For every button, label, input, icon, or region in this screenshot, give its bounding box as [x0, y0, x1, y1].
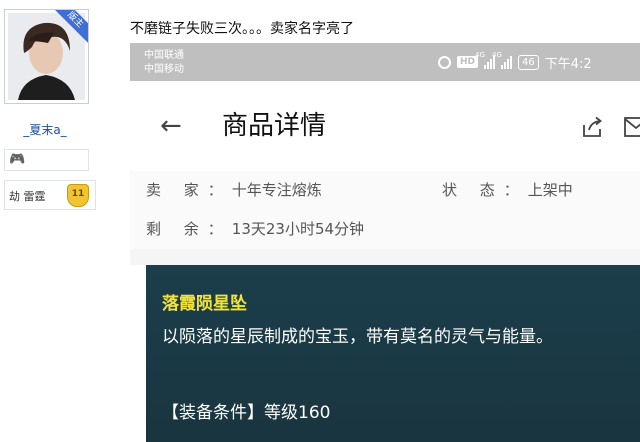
- page-title: 商品详情: [222, 111, 327, 141]
- user-title-box: 劫 雷霆 11: [4, 180, 96, 210]
- item-tooltip-card: 落霞陨星坠 以陨落的星辰制成的宝玉，带有莫名的灵气与能量。 【装备条件】等级16…: [146, 265, 640, 442]
- listing-info: 卖 家：十年专注熔炼 状 态：上架中 剩 余：13天23小时54分钟: [130, 171, 640, 249]
- gamepad-icon: 🎮: [9, 152, 26, 167]
- status-row: 状 态：上架中: [442, 179, 573, 200]
- status-label: 状 态：: [442, 181, 528, 199]
- listing-status: 上架中: [527, 181, 573, 199]
- item-description: 以陨落的星辰制成的宝玉，带有莫名的灵气与能量。: [162, 327, 553, 347]
- share-icon[interactable]: [580, 115, 604, 139]
- remain-row: 剩 余：13天23小时54分钟: [146, 218, 364, 239]
- signal-icon-2: 4G: [492, 51, 513, 69]
- seller-label: 卖 家：: [146, 181, 232, 199]
- item-name: 落霞陨星坠: [162, 294, 247, 314]
- level-shield-icon: 11: [67, 184, 89, 207]
- user-level-box: 🎮: [4, 149, 89, 171]
- carrier-1: 中国联通: [144, 50, 184, 61]
- battery-icon: 46: [518, 54, 539, 70]
- seller-row: 卖 家：十年专注熔炼: [146, 179, 322, 200]
- carrier-2: 中国移动: [144, 64, 184, 75]
- forum-user-sidebar: 版主 _夏末a_ 🎮 劫 雷霆 11: [0, 0, 118, 442]
- mail-icon[interactable]: [624, 117, 640, 137]
- username-link[interactable]: _夏末a_: [10, 121, 80, 138]
- status-time: 下午4:2: [544, 56, 592, 72]
- status-icons: HD 4G 4G 46 下午4:2: [438, 51, 592, 72]
- status-bar: 中国联通 中国移动 HD 4G 4G 46 下午4:2: [130, 43, 640, 81]
- avatar[interactable]: 版主: [4, 9, 89, 104]
- remain-label: 剩 余：: [146, 220, 232, 238]
- phone-screenshot: 中国联通 中国移动 HD 4G 4G 46 下午4:2 ← 商品详情 卖 家：十…: [130, 43, 640, 442]
- back-arrow-icon[interactable]: ←: [160, 113, 182, 139]
- seller-name: 十年专注熔炼: [231, 181, 322, 199]
- user-title: 劫 雷霆: [9, 190, 46, 203]
- remain-time: 13天23小时54分钟: [231, 220, 365, 238]
- alarm-icon: [438, 55, 451, 69]
- post-text: 不磨链子失败三次。。。卖家名字亮了: [130, 21, 354, 37]
- app-header: ← 商品详情: [130, 81, 640, 171]
- section-divider: [130, 249, 640, 265]
- item-requirement: 【装备条件】等级160: [162, 403, 331, 423]
